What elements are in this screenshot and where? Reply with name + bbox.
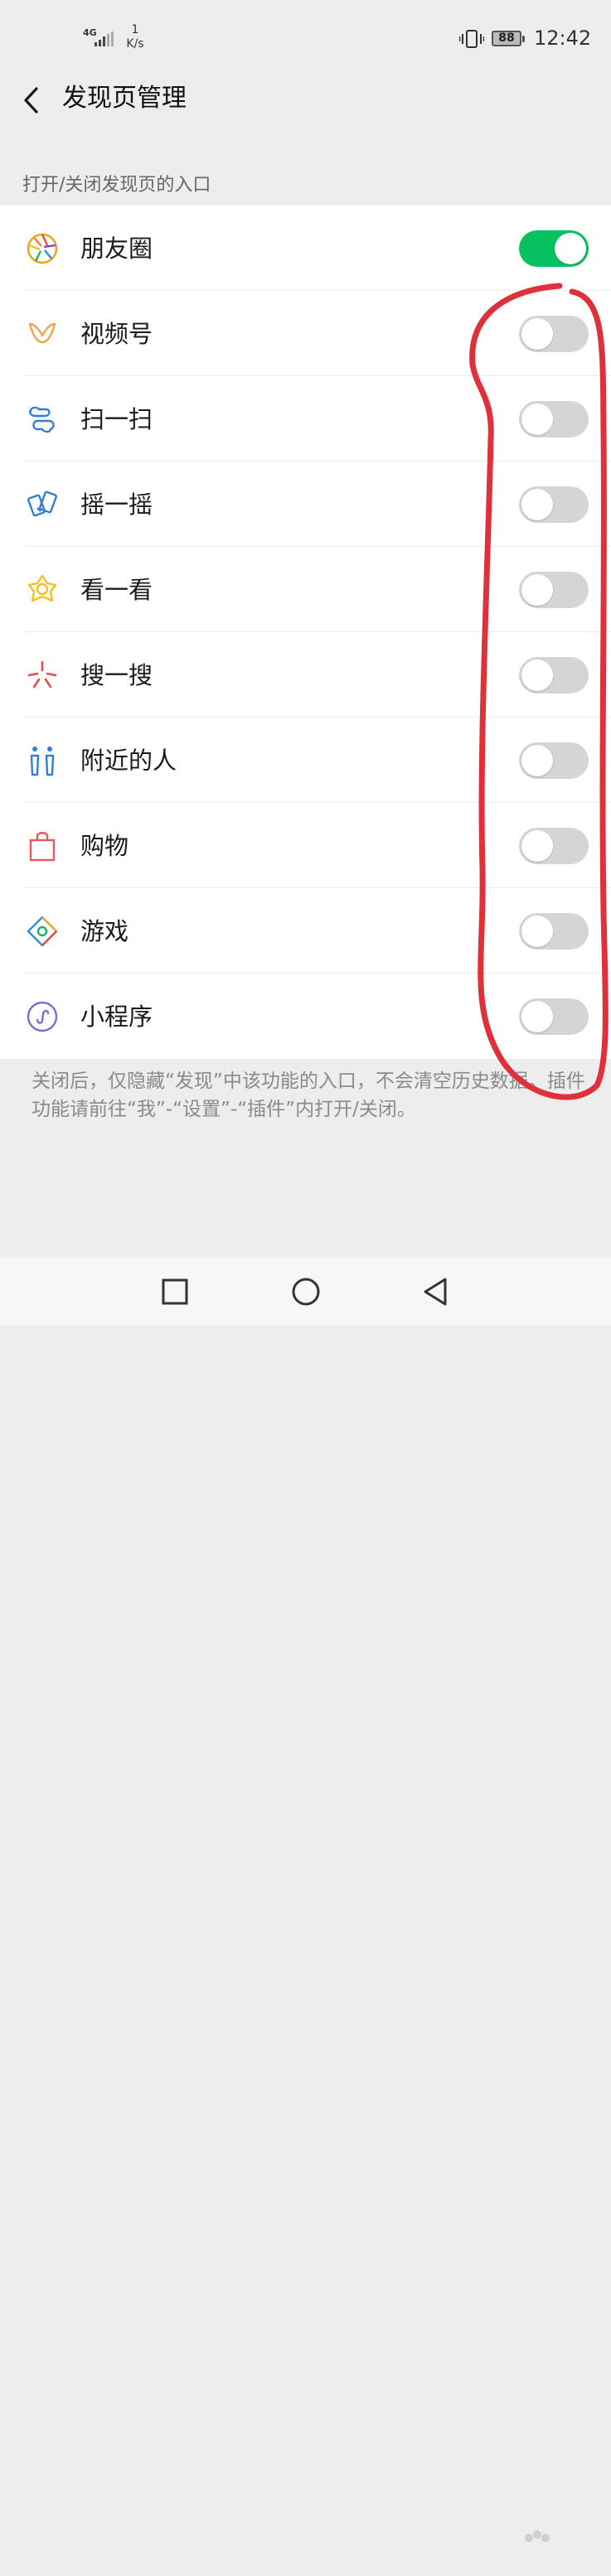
list-item-label: 附近的人: [80, 747, 177, 775]
baidu-jingyan-watermark: [525, 2530, 550, 2542]
toggle-top-stories[interactable]: [519, 572, 589, 608]
toggle-knob: [555, 233, 586, 264]
system-nav-bar: [0, 1257, 611, 2542]
settings-list: 朋友圈 视频号 扫一扫 摇一摇 看一看 搜一搜 附近的人 购物 游戏 小程序: [0, 205, 611, 1059]
chevron-left-icon: [24, 87, 38, 114]
section-label: 打开/关闭发现页的入口: [22, 175, 211, 196]
channels-icon: [28, 322, 56, 344]
title-bar: 发现页管理: [0, 79, 611, 137]
toggle-knob: [521, 830, 553, 862]
list-item-label: 朋友圈: [80, 234, 153, 263]
list-item-search: 搜一搜: [0, 632, 611, 718]
list-item-shopping: 购物: [0, 803, 611, 888]
list-item-label: 搜一搜: [80, 661, 153, 689]
toggle-mini-programs[interactable]: [519, 998, 589, 1035]
toggle-knob: [521, 574, 553, 606]
list-item-label: 小程序: [80, 1003, 153, 1031]
toggle-channels[interactable]: [519, 316, 589, 352]
toggle-knob: [521, 1001, 553, 1032]
triangle-back-icon[interactable]: [417, 1272, 457, 1312]
mini-programs-icon: [27, 1001, 58, 1032]
list-item-label: 扫一扫: [80, 405, 153, 433]
list-item-shake: 摇一摇: [0, 462, 611, 547]
signal-indicator: 4G: [83, 28, 116, 48]
clock: 12:42: [534, 27, 592, 50]
square-icon[interactable]: [155, 1272, 195, 1312]
list-item-channels: 视频号: [0, 291, 611, 376]
toggle-people-nearby[interactable]: [519, 742, 589, 779]
list-item-people-nearby: 附近的人: [0, 718, 611, 803]
toggle-shopping[interactable]: [519, 828, 589, 864]
list-item-label: 购物: [80, 832, 129, 860]
list-item-moments: 朋友圈: [0, 205, 611, 291]
list-item-top-stories: 看一看: [0, 547, 611, 632]
toggle-knob: [521, 404, 553, 435]
toggle-knob: [521, 660, 553, 691]
status-bar: 4G 1 K/s 88 12:42: [0, 0, 611, 79]
vibrate-icon: [459, 30, 484, 48]
toggle-games[interactable]: [519, 913, 589, 950]
games-icon: [27, 916, 58, 947]
signal-bars-icon: [95, 31, 114, 46]
list-item-label: 摇一摇: [80, 491, 153, 519]
back-button[interactable]: [18, 82, 51, 118]
scan-icon: [28, 406, 55, 433]
search-icon: [27, 660, 57, 689]
toggle-moments[interactable]: [519, 230, 589, 267]
toggle-scan[interactable]: [519, 401, 589, 437]
network-speed: 1 K/s: [123, 23, 148, 51]
list-item-games: 游戏: [0, 888, 611, 974]
circle-icon[interactable]: [286, 1272, 326, 1312]
list-item-label: 视频号: [80, 320, 153, 348]
top-stories-icon: [27, 574, 57, 602]
toggle-knob: [521, 745, 553, 776]
moments-icon: [27, 233, 58, 264]
battery-level: 88: [498, 31, 515, 45]
list-item-mini-programs: 小程序: [0, 974, 611, 1059]
footnote: 关闭后，仅隐藏“发现”中该功能的入口，不会清空历史数据。插件功能请前往“我”-“…: [32, 1071, 585, 1120]
shake-icon: [27, 491, 57, 517]
toggle-knob: [521, 318, 553, 350]
people-nearby-icon: [30, 747, 55, 776]
speed-value: 1: [131, 23, 139, 36]
shopping-bag-icon: [29, 832, 56, 862]
toggle-shake[interactable]: [519, 486, 589, 523]
list-item-scan: 扫一扫: [0, 376, 611, 462]
page-title: 发现页管理: [62, 84, 187, 113]
list-item-label: 看一看: [80, 576, 153, 604]
battery-icon: 88: [492, 31, 525, 46]
toggle-knob: [521, 489, 553, 520]
toggle-knob: [521, 916, 553, 947]
speed-unit: K/s: [126, 37, 144, 51]
toggle-search[interactable]: [519, 657, 589, 694]
list-item-label: 游戏: [80, 917, 129, 945]
